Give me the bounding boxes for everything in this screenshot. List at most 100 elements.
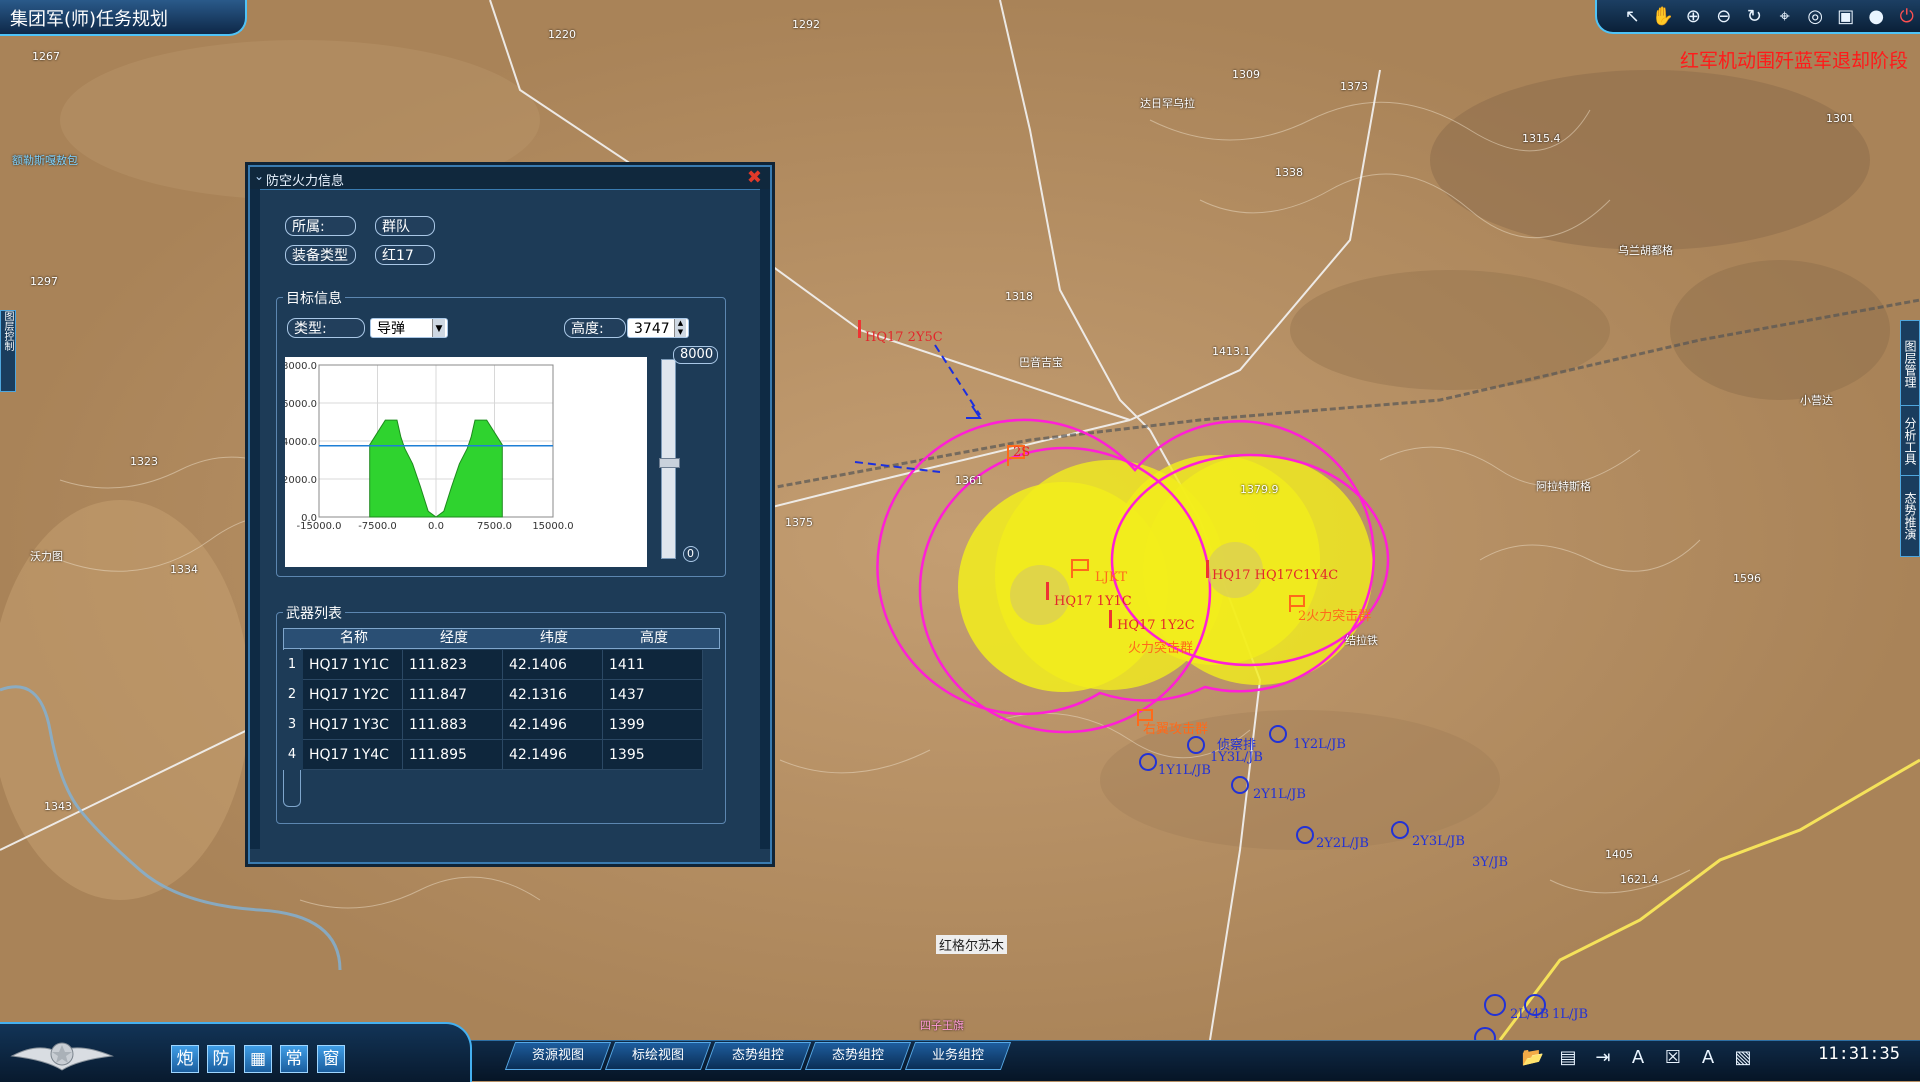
measure-icon[interactable]: ⌖ (1772, 4, 1799, 28)
defense-button[interactable]: 防 (207, 1045, 235, 1073)
unit-label[interactable]: 1Y1L/JB (1158, 763, 1211, 778)
earth-icon[interactable]: ● (1863, 4, 1890, 28)
elevation-label: 1334 (170, 563, 198, 576)
col-alt[interactable]: 高度 (604, 629, 704, 648)
side-tab-deduction[interactable]: 态势推演 (1900, 475, 1920, 557)
table-row[interactable]: 1 HQ17 1Y1C 111.823 42.1406 1411 (303, 650, 703, 680)
tile-button[interactable]: ▦ (244, 1045, 272, 1073)
y-tick-label: 0.0 (301, 513, 317, 524)
table-row[interactable]: 2 HQ17 1Y2C 111.847 42.1316 1437 (303, 680, 703, 710)
hand-icon[interactable]: ✋ (1650, 4, 1677, 28)
unit-label[interactable]: 1L/JB (1552, 1007, 1588, 1022)
refresh-icon[interactable]: ↻ (1741, 4, 1768, 28)
elevation-label: 1413.1 (1212, 345, 1251, 358)
elevation-label: 1267 (32, 50, 60, 63)
unit-label[interactable]: 2Y2L/JB (1316, 836, 1369, 851)
unit-label[interactable]: 3Y/JB (1472, 855, 1508, 870)
x-tick-label: 0.0 (428, 521, 444, 532)
elevation-label: 1309 (1232, 68, 1260, 81)
unit-label[interactable]: 火力突击群 (1128, 637, 1193, 656)
col-lat[interactable]: 纬度 (504, 629, 604, 648)
unit-label[interactable]: HQ17 1Y2C (1117, 618, 1195, 633)
chevron-down-icon[interactable]: ▼ (432, 319, 445, 337)
row-index: 4 (283, 740, 301, 770)
place-label: 巴音吉宝 (1019, 354, 1063, 370)
text-b-icon[interactable]: A (1695, 1047, 1721, 1071)
unit-label[interactable]: 2L/4B (1510, 1007, 1549, 1022)
tab-label: 业务组控 (911, 1043, 1005, 1069)
tab-situation-control[interactable]: 态势组控 (705, 1042, 811, 1070)
y-tick-label: 2000.0 (285, 475, 317, 486)
spinner-arrows-icon[interactable]: ▲▼ (674, 319, 686, 337)
slider-min-label: 0 (683, 546, 699, 562)
cell-lon: 111.823 (403, 650, 503, 680)
place-label: 乌兰胡都格 (1618, 242, 1673, 258)
altitude-slider-thumb[interactable] (659, 458, 680, 468)
col-name[interactable]: 名称 (304, 629, 404, 648)
affiliation-label: 所属: (285, 216, 356, 236)
unit-label[interactable]: 2Y1L/JB (1253, 787, 1306, 802)
table-row[interactable]: 4 HQ17 1Y4C 111.895 42.1496 1395 (303, 740, 703, 770)
elevation-label: 1379.9 (1240, 483, 1279, 496)
table-row[interactable]: 3 HQ17 1Y3C 111.883 42.1496 1399 (303, 710, 703, 740)
window-button[interactable]: 窗 (317, 1045, 345, 1073)
unit-label[interactable]: 2S (1013, 445, 1030, 460)
artillery-button[interactable]: 炮 (171, 1045, 199, 1073)
folder-open-icon[interactable]: 📂 (1520, 1047, 1546, 1071)
layers-icon[interactable]: ▧ (1730, 1047, 1756, 1071)
elevation-label: 1323 (130, 455, 158, 468)
equip-type-label: 装备类型 (285, 245, 356, 265)
pointer-icon[interactable]: ↖ (1619, 4, 1646, 28)
save-icon[interactable]: ▤ (1555, 1047, 1581, 1071)
zoom-in-icon[interactable]: ⊕ (1680, 4, 1707, 28)
text-a-icon[interactable]: A (1625, 1047, 1651, 1071)
unit-label[interactable]: 2Y3L/JB (1412, 834, 1465, 849)
place-label: 四子王旗 (920, 1017, 964, 1033)
tab-situation-group[interactable]: 态势组控 (805, 1042, 911, 1070)
cell-lon: 111.847 (403, 680, 503, 710)
place-label: 小营达 (1800, 392, 1833, 408)
place-label: 沃力图 (30, 548, 63, 564)
chart-grid (319, 365, 553, 517)
unit-label[interactable]: HQ17 1Y1C (1054, 594, 1132, 609)
row-index: 1 (283, 650, 301, 680)
close-doc-icon[interactable]: ☒ (1660, 1047, 1686, 1071)
left-tab-layer-control[interactable]: 图层控制 (0, 310, 16, 392)
side-tab-layers[interactable]: 图层管理 (1900, 320, 1920, 407)
tab-plot-view[interactable]: 标绘视图 (605, 1042, 711, 1070)
panel-header[interactable]: ⌄ 防空火力信息 ✖ (250, 167, 770, 190)
elevation-label: 1375 (785, 516, 813, 529)
window-icon[interactable]: ▣ (1833, 4, 1860, 28)
globe-icon[interactable]: ◎ (1802, 4, 1829, 28)
unit-label[interactable]: 1Y2L/JB (1293, 737, 1346, 752)
army-emblem-logo (8, 1030, 116, 1076)
side-tab-analysis[interactable]: 分析工具 (1900, 405, 1920, 477)
tab-label: 资源视图 (511, 1043, 605, 1069)
phase-title: 红军机动围歼蓝军退却阶段 (1680, 46, 1908, 73)
map-toolbar: ↖ ✋ ⊕ ⊖ ↻ ⌖ ◎ ▣ ● ⏻ (1595, 0, 1920, 34)
tab-business-control[interactable]: 业务组控 (905, 1042, 1011, 1070)
unit-label[interactable]: 右翼攻击群 (1143, 718, 1208, 737)
cell-name: HQ17 1Y1C (303, 650, 403, 680)
export-icon[interactable]: ⇥ (1590, 1047, 1616, 1071)
unit-label[interactable]: HQ17 HQ17C1Y4C (1212, 568, 1338, 583)
power-icon[interactable]: ⏻ (1894, 4, 1920, 28)
altitude-slider[interactable] (661, 359, 676, 559)
close-icon[interactable]: ✖ (747, 167, 762, 188)
affiliation-value[interactable]: 群队 (375, 216, 435, 236)
unit-label[interactable]: LJKT (1095, 570, 1127, 585)
col-lon[interactable]: 经度 (404, 629, 504, 648)
equip-type-value[interactable]: 红17 (375, 245, 435, 265)
common-button[interactable]: 常 (280, 1045, 308, 1073)
unit-label[interactable]: 2火力突击群 (1298, 605, 1371, 624)
cell-lat: 42.1496 (503, 740, 603, 770)
unit-label[interactable]: 1Y3L/JB (1210, 750, 1263, 765)
place-label: 达日罕乌拉 (1140, 95, 1195, 111)
unit-label[interactable]: HQ17 2Y5C (865, 330, 943, 345)
zoom-out-icon[interactable]: ⊖ (1711, 4, 1738, 28)
collapse-icon[interactable]: ⌄ (254, 169, 264, 183)
row-index: 3 (283, 710, 301, 740)
tab-resource-view[interactable]: 资源视图 (505, 1042, 611, 1070)
height-spinner[interactable]: 3747 ▲▼ (627, 318, 689, 338)
type-select[interactable]: 导弹 ▼ (370, 318, 448, 338)
